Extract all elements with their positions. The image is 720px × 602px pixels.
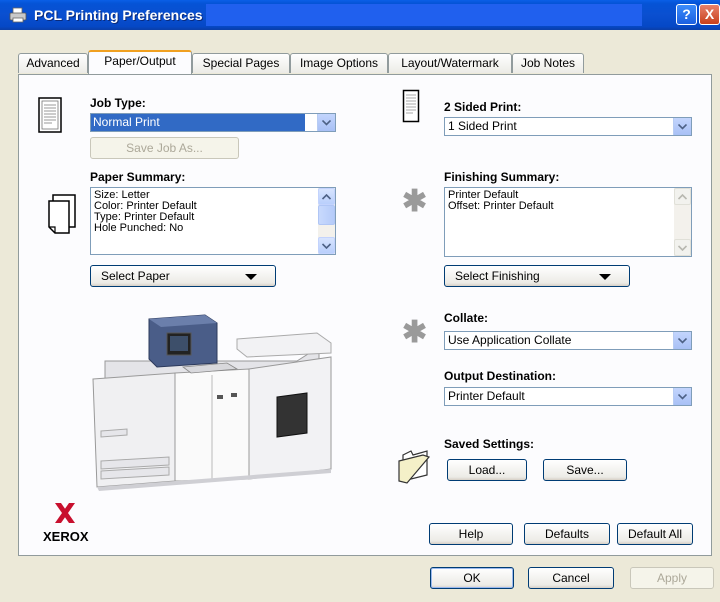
finishing-summary-list[interactable]: Printer Default Offset: Printer Default [444, 187, 692, 257]
tab-image-options[interactable]: Image Options [290, 53, 388, 73]
close-button[interactable]: X [699, 4, 720, 25]
tab-paper-output[interactable]: Paper/Output [88, 50, 192, 74]
window-title: PCL Printing Preferences [34, 7, 203, 23]
tab-panel-paper-output: Job Type: Normal Print Save Job As... Pa… [18, 74, 712, 556]
collate-value: Use Application Collate [448, 333, 572, 347]
paper-stack-icon [48, 194, 76, 234]
finishing-summary-label: Finishing Summary: [444, 170, 560, 184]
output-destination-value: Printer Default [448, 389, 525, 403]
default-all-button[interactable]: Default All [617, 523, 693, 545]
vertical-scrollbar[interactable] [318, 188, 335, 254]
tab-special-pages[interactable]: Special Pages [192, 53, 290, 73]
collate-select[interactable]: Use Application Collate [444, 331, 692, 350]
chevron-down-icon[interactable] [673, 118, 691, 135]
two-sided-select[interactable]: 1 Sided Print [444, 117, 692, 136]
tab-layout-watermark[interactable]: Layout/Watermark [388, 53, 512, 73]
document-icon [402, 89, 420, 123]
cancel-button[interactable]: Cancel [528, 567, 614, 589]
defaults-button[interactable]: Defaults [524, 523, 610, 545]
tab-job-notes[interactable]: Job Notes [512, 53, 584, 73]
brand-name: XEROX [43, 529, 89, 544]
two-sided-label: 2 Sided Print: [444, 100, 522, 114]
job-type-select[interactable]: Normal Print [90, 113, 336, 132]
folder-icon [398, 450, 431, 484]
scroll-thumb[interactable] [318, 205, 335, 225]
select-paper-button[interactable]: Select Paper [90, 265, 276, 287]
output-destination-label: Output Destination: [444, 369, 556, 383]
title-bar[interactable]: PCL Printing Preferences ? X [0, 0, 720, 30]
ok-button[interactable]: OK [430, 567, 514, 589]
help-title-button[interactable]: ? [676, 4, 697, 25]
printer-illustration [92, 314, 332, 491]
vertical-scrollbar[interactable] [674, 188, 691, 256]
document-icon [38, 97, 62, 133]
collate-label: Collate: [444, 311, 489, 325]
select-finishing-label: Select Finishing [455, 269, 540, 283]
save-button[interactable]: Save... [543, 459, 627, 481]
paper-summary-label: Paper Summary: [90, 170, 186, 184]
list-item: Offset: Printer Default [448, 200, 554, 212]
asterisk-icon: ✱ [402, 316, 428, 349]
title-highlight-strip [206, 4, 642, 26]
scroll-down-icon[interactable] [318, 237, 335, 254]
select-paper-label: Select Paper [101, 269, 170, 283]
tab-advanced[interactable]: Advanced [18, 53, 88, 73]
chevron-down-icon[interactable] [317, 114, 335, 131]
job-type-value: Normal Print [91, 114, 305, 131]
scroll-up-icon[interactable] [318, 188, 335, 205]
load-button[interactable]: Load... [447, 459, 527, 481]
help-button[interactable]: Help [429, 523, 513, 545]
scroll-up-icon[interactable] [674, 188, 691, 205]
select-finishing-button[interactable]: Select Finishing [444, 265, 630, 287]
xerox-logo-icon [55, 503, 75, 523]
job-type-label: Job Type: [90, 96, 146, 110]
output-destination-select[interactable]: Printer Default [444, 387, 692, 406]
save-job-as-button[interactable]: Save Job As... [90, 137, 239, 159]
printer-icon [9, 7, 27, 23]
list-item: Hole Punched: No [94, 222, 184, 234]
paper-summary-list[interactable]: Size: Letter Color: Printer Default Type… [90, 187, 336, 255]
asterisk-icon: ✱ [402, 185, 428, 218]
apply-button[interactable]: Apply [630, 567, 714, 589]
chevron-down-icon[interactable] [673, 388, 691, 405]
chevron-down-icon[interactable] [673, 332, 691, 349]
triangle-down-icon [245, 274, 257, 280]
triangle-down-icon [599, 274, 611, 280]
saved-settings-label: Saved Settings: [444, 437, 535, 451]
scroll-down-icon[interactable] [674, 239, 691, 256]
two-sided-value: 1 Sided Print [448, 119, 517, 133]
